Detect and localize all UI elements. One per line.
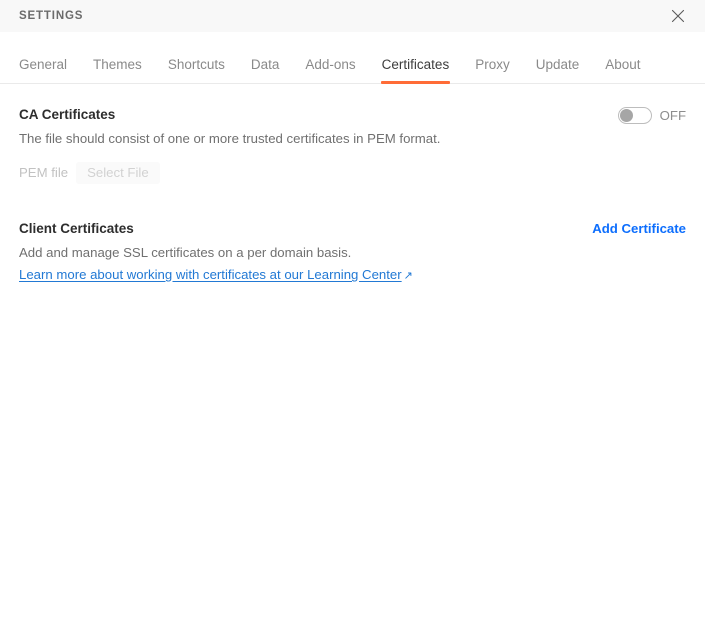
ca-certificates-description: The file should consist of one or more t… [19, 131, 441, 146]
tab-proxy[interactable]: Proxy [462, 57, 523, 83]
ca-certificates-header-row: CA Certificates The file should consist … [19, 106, 686, 148]
tab-about[interactable]: About [592, 57, 653, 83]
tab-general[interactable]: General [6, 57, 80, 83]
ca-certificates-text-group: CA Certificates The file should consist … [19, 106, 440, 148]
toggle-switch-knob [619, 109, 633, 122]
tab-certificates[interactable]: Certificates [369, 57, 463, 84]
titlebar: SETTINGS [0, 0, 705, 32]
learn-more-link[interactable]: Learn more about working with certificat… [19, 266, 413, 285]
tab-data[interactable]: Data [238, 57, 293, 83]
client-certificates-section: Client Certificates Add and manage SSL c… [19, 220, 686, 285]
external-link-icon: ↗ [403, 270, 413, 282]
client-certificates-header-row: Client Certificates Add and manage SSL c… [19, 220, 686, 285]
toggle-state-label: OFF [659, 108, 686, 123]
add-certificate-button[interactable]: Add Certificate [592, 220, 686, 238]
certificates-panel: CA Certificates The file should consist … [0, 84, 705, 643]
client-certificates-title: Client Certificates [19, 221, 134, 236]
tab-add-ons[interactable]: Add-ons [292, 57, 368, 83]
ca-certificates-section: CA Certificates The file should consist … [19, 106, 686, 184]
tab-themes[interactable]: Themes [80, 57, 155, 83]
ca-certificates-title: CA Certificates [19, 107, 116, 122]
ca-certificates-toggle[interactable]: OFF [617, 107, 686, 124]
client-certificates-description: Add and manage SSL certificates on a per… [19, 245, 352, 260]
learn-more-wrapper: Learn more about working with certificat… [19, 262, 413, 285]
settings-window: SETTINGS General Themes Shortcuts Data A… [0, 0, 705, 643]
close-button[interactable] [665, 3, 691, 29]
pem-file-label: PEM file [19, 165, 69, 180]
client-certificates-text-group: Client Certificates Add and manage SSL c… [19, 220, 413, 285]
select-file-button[interactable]: Select File [76, 162, 160, 184]
pem-file-row: PEM file Select File [19, 162, 686, 184]
learn-more-label: Learn more about working with certificat… [19, 267, 402, 282]
toggle-switch-track[interactable] [617, 107, 652, 124]
window-title: SETTINGS [19, 10, 84, 22]
settings-tabs: General Themes Shortcuts Data Add-ons Ce… [0, 32, 705, 84]
close-icon [671, 9, 685, 23]
tab-update[interactable]: Update [523, 57, 593, 83]
tab-shortcuts[interactable]: Shortcuts [155, 57, 238, 83]
